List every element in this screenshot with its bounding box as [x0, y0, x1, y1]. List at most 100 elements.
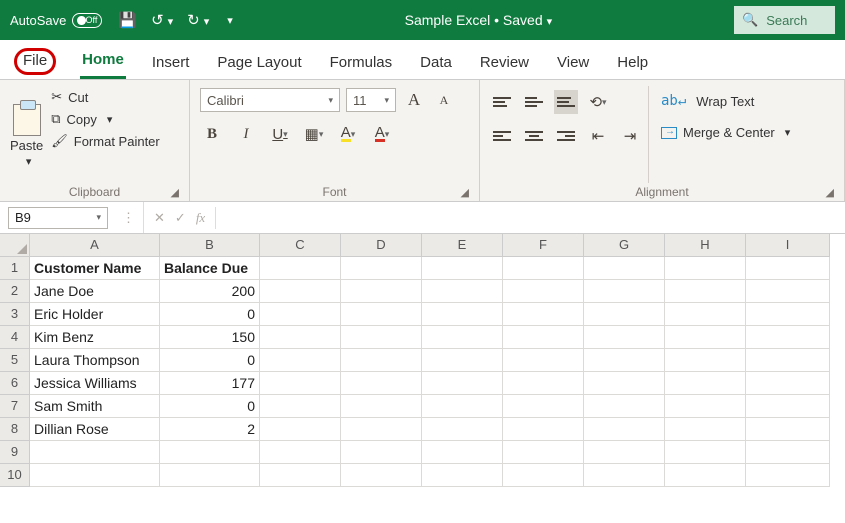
cell[interactable]	[746, 395, 830, 418]
cell[interactable]	[665, 326, 746, 349]
cell[interactable]	[584, 349, 665, 372]
cell[interactable]	[503, 303, 584, 326]
cell[interactable]	[160, 441, 260, 464]
cell[interactable]	[584, 303, 665, 326]
cell[interactable]	[665, 257, 746, 280]
cell[interactable]	[260, 257, 341, 280]
cell[interactable]	[584, 395, 665, 418]
underline-button[interactable]: U ▾	[268, 122, 292, 146]
row-header[interactable]: 4	[0, 326, 30, 349]
cell[interactable]	[341, 326, 422, 349]
row-header[interactable]: 10	[0, 464, 30, 487]
cell[interactable]	[503, 464, 584, 487]
cell[interactable]	[260, 349, 341, 372]
italic-button[interactable]: I	[234, 122, 258, 146]
cell[interactable]	[260, 280, 341, 303]
cell[interactable]	[341, 280, 422, 303]
orientation-icon[interactable]: ⟲ ▾	[586, 90, 610, 114]
cell[interactable]	[260, 464, 341, 487]
font-name-combo[interactable]: Calibri▾	[200, 88, 340, 112]
cell[interactable]	[422, 280, 503, 303]
cell[interactable]	[746, 464, 830, 487]
dialog-launcher-icon[interactable]: ◢	[461, 186, 469, 199]
cell[interactable]	[341, 257, 422, 280]
cell[interactable]	[503, 349, 584, 372]
cell[interactable]	[341, 441, 422, 464]
cell[interactable]	[746, 303, 830, 326]
cell[interactable]: Dillian Rose	[30, 418, 160, 441]
tab-view[interactable]: View	[555, 54, 591, 79]
borders-button[interactable]: ▦ ▾	[302, 122, 326, 146]
cell[interactable]: 0	[160, 349, 260, 372]
fx-icon[interactable]: fx	[196, 210, 205, 226]
dialog-launcher-icon[interactable]: ◢	[171, 186, 179, 199]
cell[interactable]: Kim Benz	[30, 326, 160, 349]
increase-indent-icon[interactable]: ⇥	[618, 124, 642, 148]
cell[interactable]	[422, 349, 503, 372]
cell[interactable]	[584, 280, 665, 303]
cell[interactable]	[422, 395, 503, 418]
cell[interactable]: 200	[160, 280, 260, 303]
spreadsheet-grid[interactable]: A B C D E F G H I 1Customer NameBalance …	[0, 234, 845, 487]
cell[interactable]	[584, 418, 665, 441]
cell[interactable]	[260, 303, 341, 326]
cell[interactable]	[260, 441, 341, 464]
font-color-button[interactable]: A ▾	[370, 122, 394, 146]
cell[interactable]	[584, 464, 665, 487]
row-header[interactable]: 9	[0, 441, 30, 464]
cell[interactable]	[665, 349, 746, 372]
cell[interactable]: 150	[160, 326, 260, 349]
cell[interactable]	[746, 418, 830, 441]
col-header-A[interactable]: A	[30, 234, 160, 257]
cell[interactable]	[746, 372, 830, 395]
bold-button[interactable]: B	[200, 122, 224, 146]
cell[interactable]	[746, 257, 830, 280]
cell[interactable]	[746, 280, 830, 303]
cell[interactable]: 2	[160, 418, 260, 441]
cell[interactable]	[665, 372, 746, 395]
cell[interactable]	[584, 441, 665, 464]
align-top-icon[interactable]	[490, 90, 514, 114]
cell[interactable]	[422, 441, 503, 464]
document-title[interactable]: Sample Excel • Saved▾	[233, 12, 724, 28]
format-painter-button[interactable]: 🖌Format Painter	[49, 130, 162, 152]
cell[interactable]	[503, 280, 584, 303]
col-header-H[interactable]: H	[665, 234, 746, 257]
col-header-B[interactable]: B	[160, 234, 260, 257]
cell[interactable]	[341, 303, 422, 326]
cell[interactable]	[260, 395, 341, 418]
cell[interactable]: 177	[160, 372, 260, 395]
formula-input[interactable]	[215, 207, 845, 229]
cell[interactable]	[503, 418, 584, 441]
row-header[interactable]: 7	[0, 395, 30, 418]
col-header-C[interactable]: C	[260, 234, 341, 257]
col-header-E[interactable]: E	[422, 234, 503, 257]
undo-icon[interactable]: ↺▾	[151, 11, 173, 29]
row-header[interactable]: 1	[0, 257, 30, 280]
cancel-icon[interactable]: ✕	[154, 210, 165, 226]
cell[interactable]: 0	[160, 303, 260, 326]
cell[interactable]: Balance Due	[160, 257, 260, 280]
tab-data[interactable]: Data	[418, 54, 454, 79]
cell[interactable]	[503, 395, 584, 418]
tab-insert[interactable]: Insert	[150, 54, 192, 79]
enter-icon[interactable]: ✓	[175, 210, 186, 226]
decrease-indent-icon[interactable]: ⇤	[586, 124, 610, 148]
cell[interactable]	[422, 418, 503, 441]
cell[interactable]	[422, 257, 503, 280]
cell[interactable]: Laura Thompson	[30, 349, 160, 372]
align-right-icon[interactable]	[554, 124, 578, 148]
cell[interactable]	[422, 303, 503, 326]
cell[interactable]: 0	[160, 395, 260, 418]
cell[interactable]	[665, 395, 746, 418]
cut-button[interactable]: ✂Cut	[49, 86, 162, 108]
align-center-icon[interactable]	[522, 124, 546, 148]
tab-help[interactable]: Help	[615, 54, 650, 79]
col-header-F[interactable]: F	[503, 234, 584, 257]
fill-color-button[interactable]: A ▾	[336, 122, 360, 146]
cell[interactable]	[422, 372, 503, 395]
paste-button[interactable]: Paste ▾	[10, 86, 43, 183]
cell[interactable]	[30, 464, 160, 487]
redo-icon[interactable]: ↻▾	[187, 11, 209, 29]
cell[interactable]	[341, 418, 422, 441]
